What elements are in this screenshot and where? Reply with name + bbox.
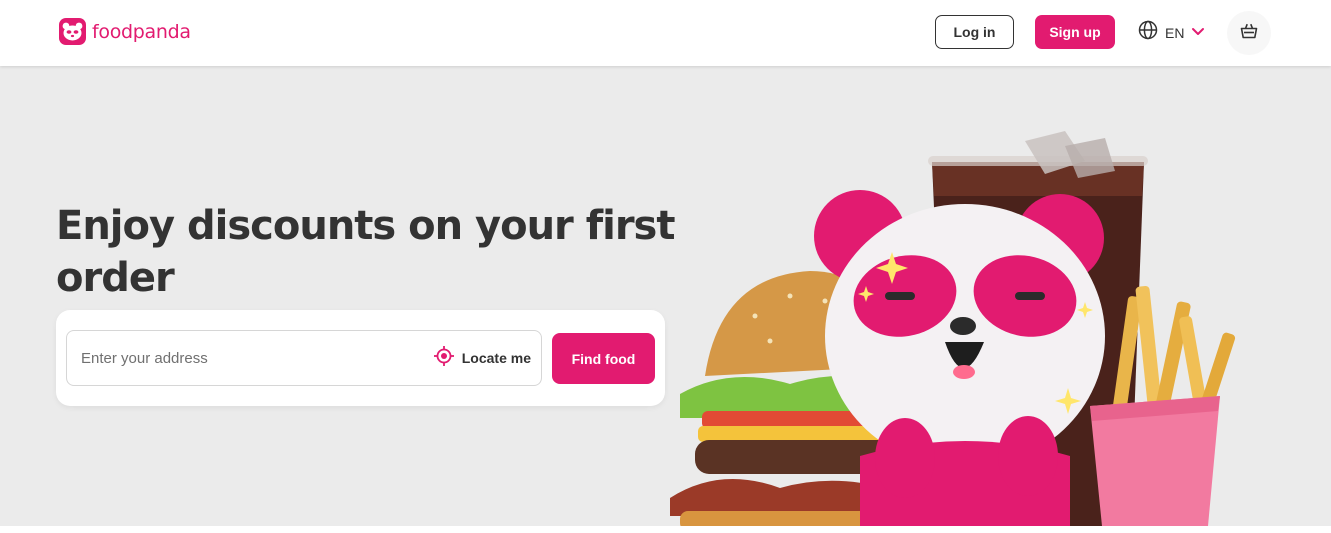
language-code: EN — [1165, 24, 1185, 41]
hero-section: Enjoy discounts on your first order Loca… — [0, 66, 1331, 526]
crosshair-location-icon — [433, 345, 455, 372]
hero-title: Enjoy discounts on your first order — [56, 203, 675, 301]
address-field: Locate me — [66, 330, 542, 386]
chevron-down-icon — [1191, 24, 1205, 42]
cart-button[interactable] — [1227, 11, 1271, 55]
language-selector[interactable]: EN — [1138, 20, 1205, 45]
panda-logo-icon — [59, 18, 86, 45]
foodpanda-logo[interactable]: foodpanda — [59, 18, 191, 45]
panda-mascot-illustration — [670, 131, 1236, 526]
locate-me-label: Locate me — [461, 350, 531, 366]
find-food-button[interactable]: Find food — [552, 333, 655, 384]
brand-name: foodpanda — [92, 20, 191, 43]
address-search-card: Locate me Find food — [56, 310, 665, 406]
signup-button[interactable]: Sign up — [1035, 15, 1115, 49]
login-button[interactable]: Log in — [935, 15, 1014, 49]
panda-mascot — [814, 190, 1105, 526]
top-header: foodpanda Log in Sign up EN — [0, 0, 1331, 66]
address-input[interactable] — [81, 331, 411, 385]
globe-icon — [1138, 20, 1158, 45]
shopping-basket-icon — [1239, 21, 1259, 46]
locate-me-button[interactable]: Locate me — [433, 331, 531, 385]
